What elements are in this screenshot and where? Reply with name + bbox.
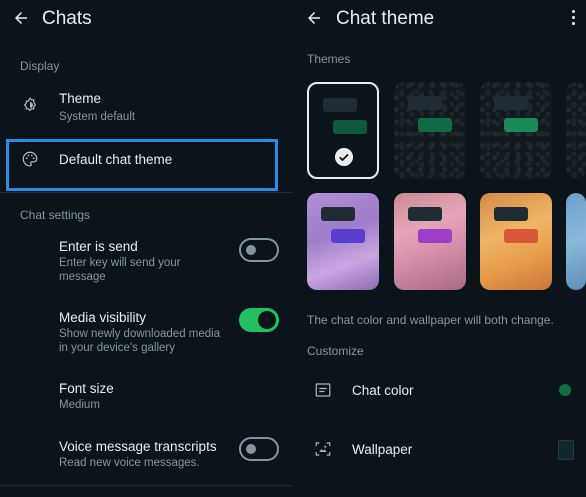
theme-tile[interactable]	[307, 193, 379, 290]
font-size-title: Font size	[59, 381, 114, 396]
outgoing-bubble	[504, 118, 538, 132]
theme-caption: The chat color and wallpaper will both c…	[307, 313, 554, 327]
chat-color-icon	[315, 383, 331, 397]
theme-tile-selected[interactable]	[307, 82, 379, 179]
outgoing-bubble	[331, 229, 365, 243]
media-visibility-subtitle-2: in your device's gallery	[59, 342, 175, 354]
chat-theme-panel: Chat theme Themes The chat color and wal…	[293, 0, 586, 497]
theme-tile[interactable]	[566, 193, 586, 290]
incoming-bubble	[321, 207, 355, 221]
font-size-subtitle: Medium	[59, 399, 100, 411]
section-display: Display	[20, 59, 60, 73]
more-vertical-icon[interactable]	[572, 10, 576, 28]
toggle-knob	[258, 311, 276, 329]
page-title: Chats	[42, 8, 92, 29]
wallpaper-icon	[315, 442, 331, 456]
incoming-bubble	[408, 96, 442, 110]
wallpaper-swatch	[558, 440, 574, 460]
divider	[0, 485, 294, 486]
chats-settings-panel: Chats Display Theme System default Defau…	[0, 0, 294, 497]
toggle-knob	[246, 245, 256, 255]
enter-is-send-title: Enter is send	[59, 239, 138, 254]
theme-tile[interactable]	[480, 82, 552, 179]
theme-subtitle: System default	[59, 111, 136, 123]
incoming-bubble	[408, 207, 442, 221]
theme-tile[interactable]	[394, 82, 466, 179]
arrow-left-icon[interactable]	[12, 9, 30, 27]
outgoing-bubble	[504, 229, 538, 243]
outgoing-bubble	[418, 229, 452, 243]
wallpaper-label: Wallpaper	[352, 442, 413, 457]
voice-transcripts-title: Voice message transcripts	[59, 439, 217, 454]
divider	[0, 192, 294, 193]
check-circle-icon	[335, 148, 353, 166]
chats-top-bar: Chats	[0, 0, 294, 40]
palette-icon	[22, 151, 38, 167]
incoming-bubble	[494, 96, 528, 110]
enter-is-send-subtitle-1: Enter key will send your	[59, 257, 181, 269]
brightness-icon	[23, 97, 37, 112]
outgoing-bubble	[333, 120, 367, 134]
enter-is-send-toggle[interactable]	[239, 238, 279, 262]
theme-title: Theme	[59, 91, 102, 106]
voice-transcripts-toggle[interactable]	[239, 437, 279, 461]
incoming-bubble	[494, 207, 528, 221]
media-visibility-subtitle-1: Show newly downloaded media	[59, 328, 221, 340]
media-visibility-toggle[interactable]	[239, 308, 279, 332]
enter-is-send-subtitle-2: message	[59, 271, 106, 283]
incoming-bubble	[323, 98, 357, 112]
arrow-left-icon[interactable]	[305, 9, 323, 27]
section-customize: Customize	[307, 344, 364, 358]
page-title: Chat theme	[336, 8, 435, 29]
theme-tile[interactable]	[480, 193, 552, 290]
voice-transcripts-subtitle: Read new voice messages.	[59, 457, 200, 469]
theme-tile[interactable]	[566, 82, 586, 179]
default-chat-theme-title: Default chat theme	[59, 152, 173, 167]
theme-tile[interactable]	[394, 193, 466, 290]
chat-color-swatch	[559, 384, 571, 396]
media-visibility-title: Media visibility	[59, 310, 147, 325]
chat-theme-top-bar: Chat theme	[293, 0, 586, 40]
section-themes: Themes	[307, 52, 351, 66]
section-chat-settings: Chat settings	[20, 208, 91, 222]
chat-color-label: Chat color	[352, 383, 414, 398]
outgoing-bubble	[418, 118, 452, 132]
toggle-knob	[246, 444, 256, 454]
